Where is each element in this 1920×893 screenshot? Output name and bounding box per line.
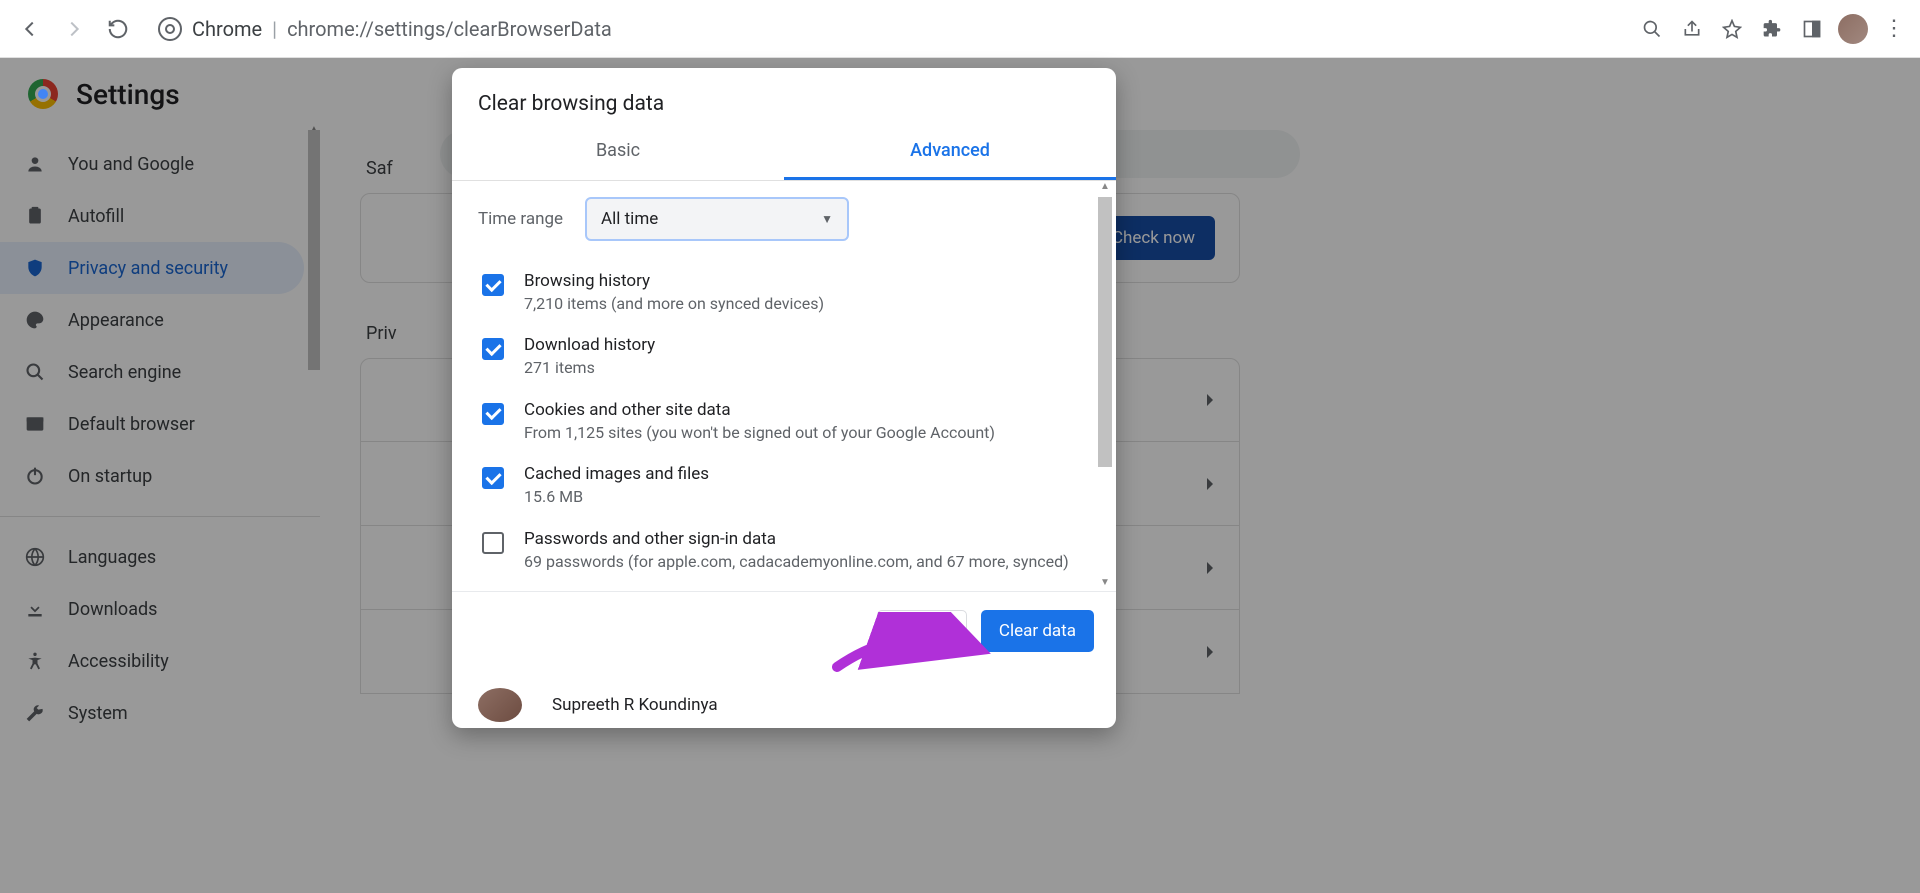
dialog-tabs: Basic Advanced [452,124,1116,181]
toolbar-right: ⋮ [1638,14,1908,44]
checkbox-title: Passwords and other sign-in data [524,529,1069,549]
dialog-scrollbar[interactable]: ▲ ▼ [1096,181,1114,591]
checkbox-subtitle: From 1,125 sites (you won't be signed ou… [524,422,995,444]
scroll-down-icon[interactable]: ▼ [1098,577,1112,591]
url-scheme-label: Chrome [192,17,262,41]
site-info-icon[interactable] [158,17,182,41]
checkbox-subtitle: 271 items [524,357,655,379]
address-bar[interactable]: Chrome | chrome://settings/clearBrowserD… [144,9,1630,49]
checkbox[interactable] [482,467,504,489]
checkbox-row-browsing-history[interactable]: Browsing history7,210 items (and more on… [478,261,1096,325]
time-range-select[interactable]: All time ▼ [585,197,849,241]
bookmark-icon[interactable] [1718,15,1746,43]
menu-button[interactable]: ⋮ [1880,15,1908,43]
clear-data-button[interactable]: Clear data [981,610,1094,652]
tab-basic[interactable]: Basic [452,124,784,180]
scrollbar-thumb[interactable] [1098,197,1112,467]
checkbox-title: Browsing history [524,271,824,291]
checkbox-row-cache[interactable]: Cached images and files15.6 MB [478,454,1096,518]
back-button[interactable] [12,11,48,47]
checkbox[interactable] [482,403,504,425]
profile-avatar[interactable] [1838,14,1868,44]
cancel-button[interactable]: Cancel [877,610,967,652]
dialog-footer: Cancel Clear data [452,591,1116,670]
checkbox-row-passwords[interactable]: Passwords and other sign-in data69 passw… [478,519,1096,583]
checkbox[interactable] [482,338,504,360]
reload-button[interactable] [100,11,136,47]
forward-button[interactable] [56,11,92,47]
share-icon[interactable] [1678,15,1706,43]
reading-list-icon[interactable] [1798,15,1826,43]
url-separator: | [272,17,277,41]
user-avatar [478,688,522,722]
zoom-icon[interactable] [1638,15,1666,43]
dialog-body: ▲ ▼ Time range All time ▼ Browsing histo… [452,181,1116,591]
checkbox[interactable] [482,532,504,554]
time-range-label: Time range [478,209,563,229]
url-text: chrome://settings/clearBrowserData [287,17,612,41]
checkbox-subtitle: 69 passwords (for apple.com, cadacademyo… [524,551,1069,573]
dialog-title: Clear browsing data [452,68,1116,124]
checkbox-title: Cached images and files [524,464,709,484]
user-name: Supreeth R Koundinya [552,695,718,715]
checkbox-title: Cookies and other site data [524,400,995,420]
checkbox-subtitle: 7,210 items (and more on synced devices) [524,293,824,315]
sync-user-row: Supreeth R Koundinya [452,670,1116,728]
checkbox-title: Download history [524,335,655,355]
checkbox-row-cookies[interactable]: Cookies and other site dataFrom 1,125 si… [478,390,1096,454]
clear-browsing-data-dialog: Clear browsing data Basic Advanced ▲ ▼ T… [452,68,1116,728]
tab-advanced[interactable]: Advanced [784,124,1116,180]
chevron-down-icon: ▼ [821,212,833,226]
checkbox[interactable] [482,274,504,296]
checkbox-row-download-history[interactable]: Download history271 items [478,325,1096,389]
browser-toolbar: Chrome | chrome://settings/clearBrowserD… [0,0,1920,58]
checkbox-subtitle: 15.6 MB [524,486,709,508]
select-value: All time [601,209,658,229]
scroll-up-icon[interactable]: ▲ [1098,181,1112,195]
extensions-icon[interactable] [1758,15,1786,43]
